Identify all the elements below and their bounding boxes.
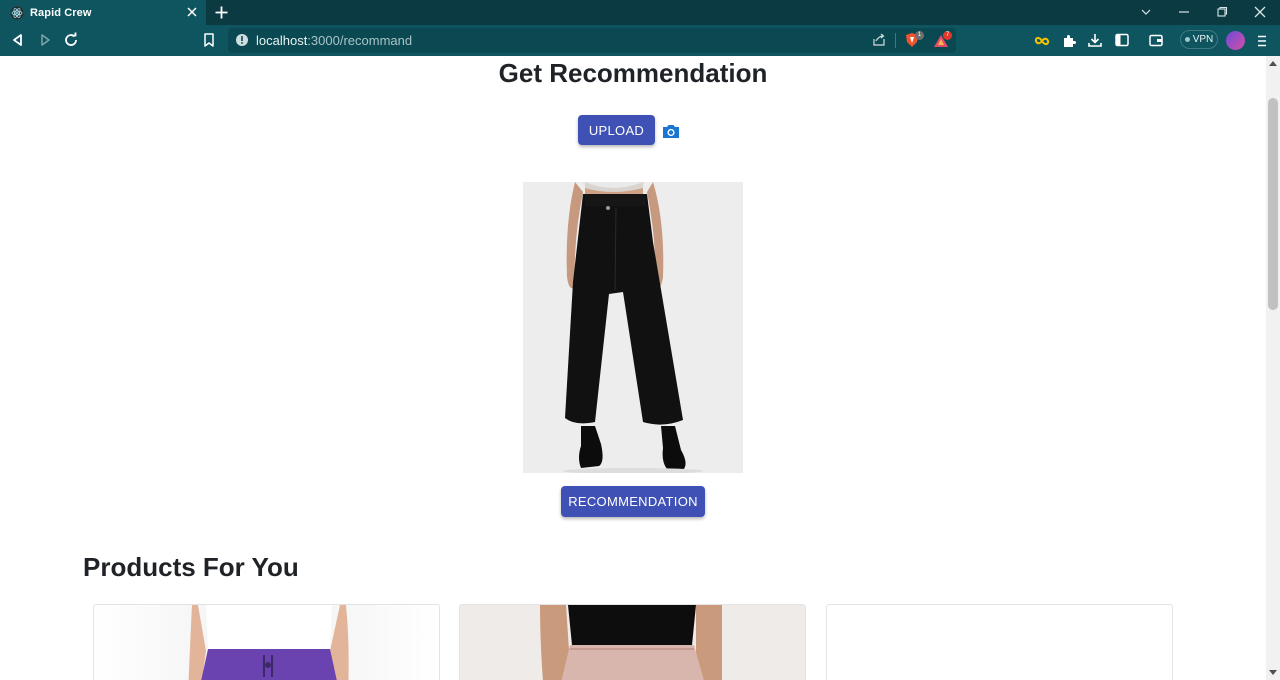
bookmark-icon[interactable] — [201, 32, 217, 48]
react-icon — [10, 6, 24, 19]
wallet-icon[interactable] — [1148, 32, 1164, 48]
scroll-down-arrow-icon[interactable] — [1269, 670, 1277, 675]
address-bar[interactable]: localhost:3000/recommand 1 7 — [228, 28, 956, 53]
browser-tab[interactable]: Rapid Crew — [0, 0, 206, 25]
minimize-icon[interactable] — [1177, 5, 1191, 19]
new-tab-icon[interactable] — [214, 5, 229, 20]
vpn-label: VPN — [1192, 34, 1214, 45]
extensions-puzzle-icon[interactable] — [1061, 33, 1077, 49]
forward-icon[interactable] — [37, 32, 53, 48]
profile-avatar[interactable] — [1226, 31, 1245, 50]
restore-icon[interactable] — [1215, 5, 1229, 19]
close-tab-icon[interactable] — [185, 5, 199, 19]
tab-bar: Rapid Crew — [0, 0, 1280, 25]
product-image — [94, 605, 439, 680]
tab-search-chevron-icon[interactable] — [1139, 5, 1153, 19]
uploaded-image-preview — [523, 182, 743, 473]
product-card[interactable] — [459, 604, 806, 680]
vpn-button[interactable]: VPN — [1180, 30, 1218, 49]
back-icon[interactable] — [10, 32, 26, 48]
download-icon[interactable] — [1087, 32, 1103, 48]
reload-icon[interactable] — [63, 32, 79, 48]
url-host: localhost — [256, 33, 308, 48]
upload-button[interactable]: UPLOAD — [578, 115, 655, 145]
sidebar-icon[interactable] — [1114, 32, 1130, 48]
product-card[interactable] — [826, 604, 1173, 680]
url-text[interactable]: localhost:3000/recommand — [256, 33, 412, 48]
shield-badge: 1 — [915, 31, 924, 40]
share-icon[interactable] — [872, 33, 886, 47]
infinity-extension-icon[interactable] — [1034, 33, 1050, 49]
url-divider — [895, 33, 896, 48]
scroll-thumb[interactable] — [1268, 98, 1278, 310]
tab-title: Rapid Crew — [30, 6, 92, 19]
browser-toolbar: localhost:3000/recommand 1 7 VPN — [0, 25, 1280, 56]
url-path: :3000/recommand — [307, 33, 413, 48]
site-info-icon[interactable] — [235, 33, 249, 47]
section-title: Products For You — [83, 552, 299, 582]
close-window-icon[interactable] — [1253, 5, 1267, 19]
black-trousers-photo — [523, 182, 743, 473]
page-scrollbar[interactable] — [1266, 56, 1280, 680]
menu-icon[interactable] — [1254, 33, 1270, 49]
product-image — [460, 605, 805, 680]
page-viewport: Get Recommendation UPLOAD RECOMMENDATION… — [0, 56, 1266, 680]
vpn-status-dot — [1184, 37, 1190, 42]
product-card[interactable] — [93, 604, 440, 680]
rewards-badge: 7 — [943, 31, 952, 40]
page-title: Get Recommendation — [498, 58, 768, 88]
recommendation-button[interactable]: RECOMMENDATION — [561, 486, 705, 517]
scroll-up-arrow-icon[interactable] — [1269, 61, 1277, 66]
camera-icon[interactable] — [662, 123, 680, 139]
